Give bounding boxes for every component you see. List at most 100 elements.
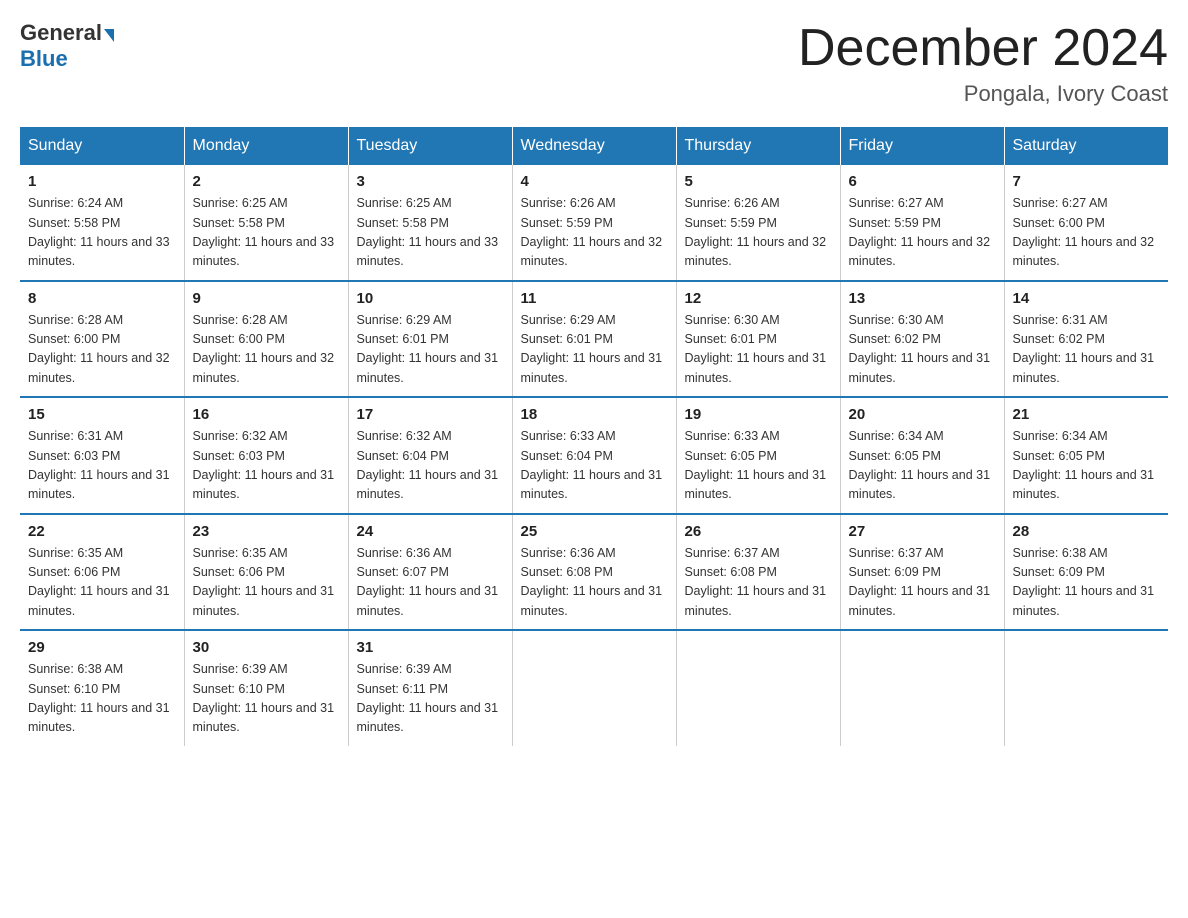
- calendar-day-cell: 8 Sunrise: 6:28 AM Sunset: 6:00 PM Dayli…: [20, 281, 184, 398]
- calendar-day-cell: 17 Sunrise: 6:32 AM Sunset: 6:04 PM Dayl…: [348, 397, 512, 514]
- header-monday: Monday: [184, 127, 348, 165]
- calendar-day-cell: 15 Sunrise: 6:31 AM Sunset: 6:03 PM Dayl…: [20, 397, 184, 514]
- day-info: Sunrise: 6:24 AM Sunset: 5:58 PM Dayligh…: [28, 194, 176, 272]
- day-number: 10: [357, 290, 504, 307]
- day-number: 4: [521, 173, 668, 190]
- day-info: Sunrise: 6:35 AM Sunset: 6:06 PM Dayligh…: [193, 544, 340, 622]
- day-info: Sunrise: 6:39 AM Sunset: 6:10 PM Dayligh…: [193, 660, 340, 738]
- calendar-day-cell: 23 Sunrise: 6:35 AM Sunset: 6:06 PM Dayl…: [184, 514, 348, 631]
- calendar-day-cell: 4 Sunrise: 6:26 AM Sunset: 5:59 PM Dayli…: [512, 165, 676, 281]
- calendar-day-cell: 12 Sunrise: 6:30 AM Sunset: 6:01 PM Dayl…: [676, 281, 840, 398]
- day-number: 12: [685, 290, 832, 307]
- calendar-week-row: 15 Sunrise: 6:31 AM Sunset: 6:03 PM Dayl…: [20, 397, 1168, 514]
- day-info: Sunrise: 6:26 AM Sunset: 5:59 PM Dayligh…: [521, 194, 668, 272]
- day-number: 29: [28, 639, 176, 656]
- day-info: Sunrise: 6:34 AM Sunset: 6:05 PM Dayligh…: [1013, 427, 1161, 505]
- day-info: Sunrise: 6:37 AM Sunset: 6:09 PM Dayligh…: [849, 544, 996, 622]
- day-number: 20: [849, 406, 996, 423]
- calendar-day-cell: 19 Sunrise: 6:33 AM Sunset: 6:05 PM Dayl…: [676, 397, 840, 514]
- calendar-day-cell: 18 Sunrise: 6:33 AM Sunset: 6:04 PM Dayl…: [512, 397, 676, 514]
- day-number: 1: [28, 173, 176, 190]
- day-info: Sunrise: 6:34 AM Sunset: 6:05 PM Dayligh…: [849, 427, 996, 505]
- logo-blue: Blue: [20, 46, 68, 71]
- day-info: Sunrise: 6:36 AM Sunset: 6:07 PM Dayligh…: [357, 544, 504, 622]
- header-thursday: Thursday: [676, 127, 840, 165]
- calendar-day-cell: 27 Sunrise: 6:37 AM Sunset: 6:09 PM Dayl…: [840, 514, 1004, 631]
- day-number: 27: [849, 523, 996, 540]
- calendar-day-cell: 6 Sunrise: 6:27 AM Sunset: 5:59 PM Dayli…: [840, 165, 1004, 281]
- day-info: Sunrise: 6:26 AM Sunset: 5:59 PM Dayligh…: [685, 194, 832, 272]
- title-block: December 2024 Pongala, Ivory Coast: [798, 20, 1168, 107]
- header-tuesday: Tuesday: [348, 127, 512, 165]
- day-info: Sunrise: 6:28 AM Sunset: 6:00 PM Dayligh…: [28, 311, 176, 389]
- calendar-day-cell: [512, 630, 676, 746]
- calendar-day-cell: 3 Sunrise: 6:25 AM Sunset: 5:58 PM Dayli…: [348, 165, 512, 281]
- day-number: 28: [1013, 523, 1161, 540]
- header-friday: Friday: [840, 127, 1004, 165]
- day-number: 31: [357, 639, 504, 656]
- calendar-day-cell: 14 Sunrise: 6:31 AM Sunset: 6:02 PM Dayl…: [1004, 281, 1168, 398]
- header-saturday: Saturday: [1004, 127, 1168, 165]
- calendar-day-cell: 7 Sunrise: 6:27 AM Sunset: 6:00 PM Dayli…: [1004, 165, 1168, 281]
- day-number: 2: [193, 173, 340, 190]
- calendar-day-cell: [1004, 630, 1168, 746]
- calendar-table: Sunday Monday Tuesday Wednesday Thursday…: [20, 127, 1168, 746]
- weekday-header-row: Sunday Monday Tuesday Wednesday Thursday…: [20, 127, 1168, 165]
- day-info: Sunrise: 6:32 AM Sunset: 6:04 PM Dayligh…: [357, 427, 504, 505]
- calendar-day-cell: 20 Sunrise: 6:34 AM Sunset: 6:05 PM Dayl…: [840, 397, 1004, 514]
- day-number: 19: [685, 406, 832, 423]
- day-number: 24: [357, 523, 504, 540]
- day-info: Sunrise: 6:27 AM Sunset: 5:59 PM Dayligh…: [849, 194, 996, 272]
- calendar-day-cell: 24 Sunrise: 6:36 AM Sunset: 6:07 PM Dayl…: [348, 514, 512, 631]
- day-number: 9: [193, 290, 340, 307]
- day-info: Sunrise: 6:37 AM Sunset: 6:08 PM Dayligh…: [685, 544, 832, 622]
- header-wednesday: Wednesday: [512, 127, 676, 165]
- calendar-day-cell: [676, 630, 840, 746]
- day-info: Sunrise: 6:25 AM Sunset: 5:58 PM Dayligh…: [357, 194, 504, 272]
- header-sunday: Sunday: [20, 127, 184, 165]
- day-info: Sunrise: 6:33 AM Sunset: 6:04 PM Dayligh…: [521, 427, 668, 505]
- calendar-day-cell: 31 Sunrise: 6:39 AM Sunset: 6:11 PM Dayl…: [348, 630, 512, 746]
- day-number: 17: [357, 406, 504, 423]
- page-header: GeneralBlue December 2024 Pongala, Ivory…: [20, 20, 1168, 107]
- calendar-day-cell: 22 Sunrise: 6:35 AM Sunset: 6:06 PM Dayl…: [20, 514, 184, 631]
- day-info: Sunrise: 6:38 AM Sunset: 6:10 PM Dayligh…: [28, 660, 176, 738]
- calendar-day-cell: 21 Sunrise: 6:34 AM Sunset: 6:05 PM Dayl…: [1004, 397, 1168, 514]
- day-info: Sunrise: 6:31 AM Sunset: 6:03 PM Dayligh…: [28, 427, 176, 505]
- day-number: 21: [1013, 406, 1161, 423]
- day-number: 18: [521, 406, 668, 423]
- day-info: Sunrise: 6:31 AM Sunset: 6:02 PM Dayligh…: [1013, 311, 1161, 389]
- day-info: Sunrise: 6:28 AM Sunset: 6:00 PM Dayligh…: [193, 311, 340, 389]
- day-number: 13: [849, 290, 996, 307]
- day-number: 25: [521, 523, 668, 540]
- day-info: Sunrise: 6:32 AM Sunset: 6:03 PM Dayligh…: [193, 427, 340, 505]
- calendar-day-cell: 10 Sunrise: 6:29 AM Sunset: 6:01 PM Dayl…: [348, 281, 512, 398]
- day-info: Sunrise: 6:39 AM Sunset: 6:11 PM Dayligh…: [357, 660, 504, 738]
- calendar-day-cell: 25 Sunrise: 6:36 AM Sunset: 6:08 PM Dayl…: [512, 514, 676, 631]
- day-number: 7: [1013, 173, 1161, 190]
- day-number: 5: [685, 173, 832, 190]
- day-info: Sunrise: 6:35 AM Sunset: 6:06 PM Dayligh…: [28, 544, 176, 622]
- calendar-day-cell: 11 Sunrise: 6:29 AM Sunset: 6:01 PM Dayl…: [512, 281, 676, 398]
- day-number: 26: [685, 523, 832, 540]
- day-info: Sunrise: 6:38 AM Sunset: 6:09 PM Dayligh…: [1013, 544, 1161, 622]
- day-number: 8: [28, 290, 176, 307]
- day-number: 3: [357, 173, 504, 190]
- month-title: December 2024: [798, 20, 1168, 77]
- day-number: 16: [193, 406, 340, 423]
- day-number: 15: [28, 406, 176, 423]
- calendar-day-cell: [840, 630, 1004, 746]
- day-info: Sunrise: 6:33 AM Sunset: 6:05 PM Dayligh…: [685, 427, 832, 505]
- day-number: 6: [849, 173, 996, 190]
- logo: GeneralBlue: [20, 20, 114, 73]
- day-number: 14: [1013, 290, 1161, 307]
- day-info: Sunrise: 6:27 AM Sunset: 6:00 PM Dayligh…: [1013, 194, 1161, 272]
- calendar-day-cell: 1 Sunrise: 6:24 AM Sunset: 5:58 PM Dayli…: [20, 165, 184, 281]
- location: Pongala, Ivory Coast: [798, 81, 1168, 107]
- calendar-day-cell: 2 Sunrise: 6:25 AM Sunset: 5:58 PM Dayli…: [184, 165, 348, 281]
- day-info: Sunrise: 6:29 AM Sunset: 6:01 PM Dayligh…: [521, 311, 668, 389]
- calendar-day-cell: 9 Sunrise: 6:28 AM Sunset: 6:00 PM Dayli…: [184, 281, 348, 398]
- day-number: 23: [193, 523, 340, 540]
- calendar-day-cell: 26 Sunrise: 6:37 AM Sunset: 6:08 PM Dayl…: [676, 514, 840, 631]
- calendar-day-cell: 28 Sunrise: 6:38 AM Sunset: 6:09 PM Dayl…: [1004, 514, 1168, 631]
